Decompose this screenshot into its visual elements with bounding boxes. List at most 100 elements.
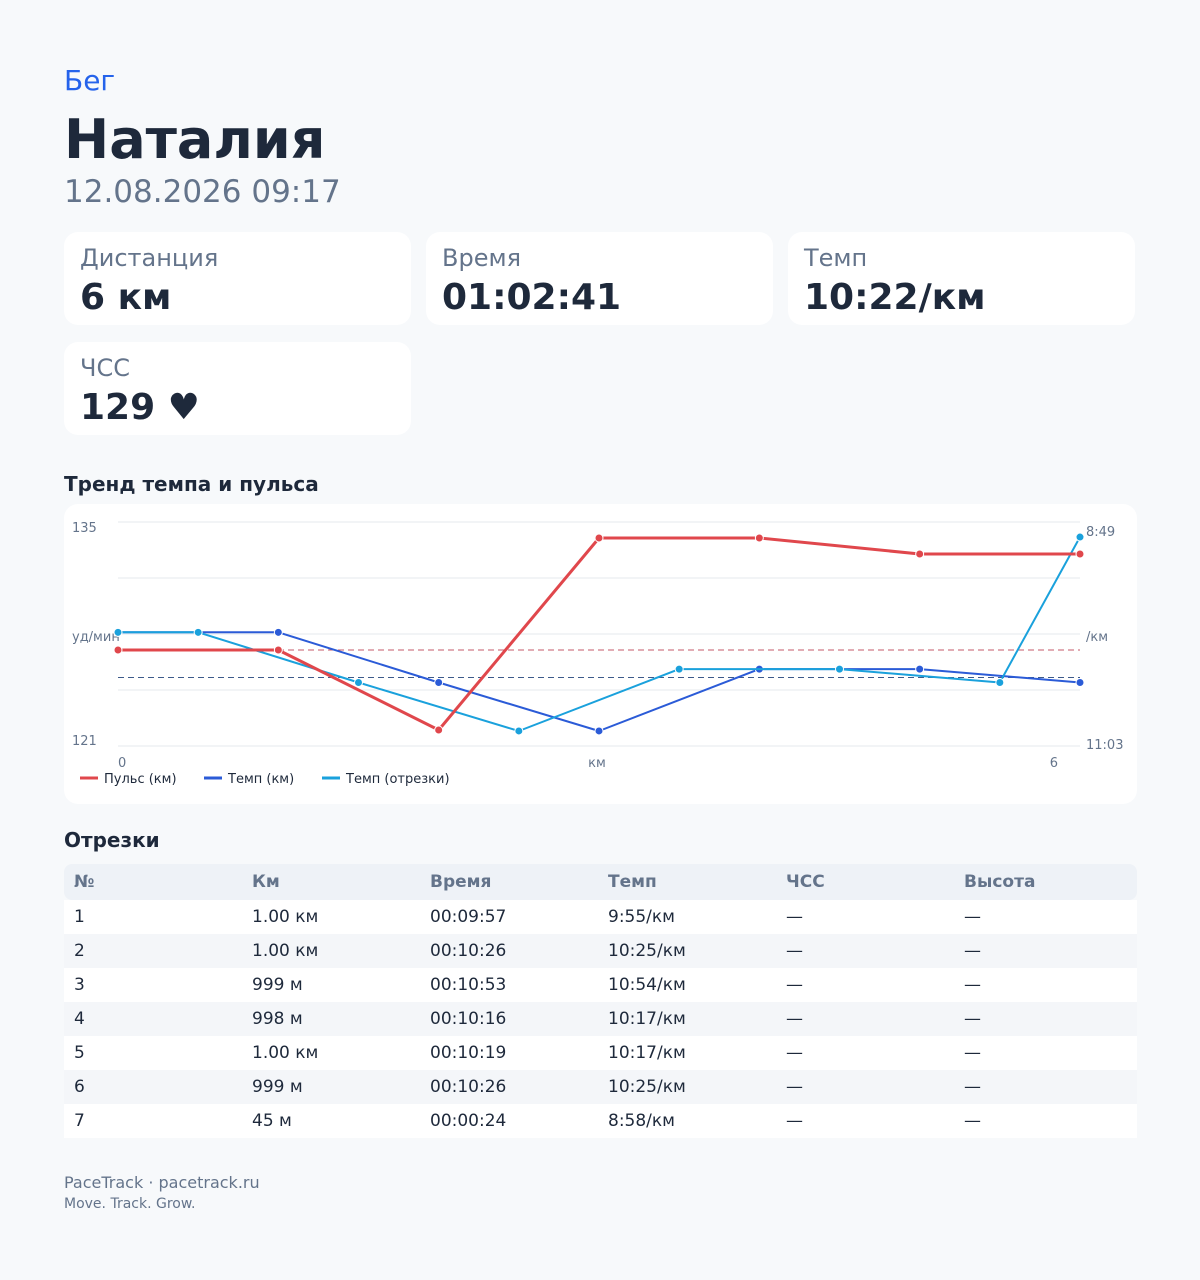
pace-km-series-line [118,631,1081,732]
stat-value: 6 км [80,277,172,318]
pace-segments-series-point [835,664,844,674]
pace-segments-series-point [193,627,203,637]
split-pace: 10:25/км [608,1077,686,1097]
splits-section-title: Отрезки [64,828,160,852]
split-distance: 998 м [252,1009,303,1029]
split-time: 00:10:26 [430,1077,507,1097]
column-header-time: Время [430,872,492,892]
split-heart-rate: — [786,941,803,961]
split-time: 00:10:26 [430,941,507,961]
split-heart-rate: — [786,1111,803,1131]
stat-label: ЧСС [80,354,130,382]
right-axis-label: /км [1086,630,1108,645]
split-elevation: — [964,1043,981,1063]
chart-section-title: Тренд темпа и пульса [64,472,319,496]
table-row: 1 1.00 км 00:09:57 9:55/км — — [64,900,1137,934]
stat-card-distance: Дистанция 6 км [64,232,411,325]
splits-table: № Км Время Темп ЧСС Высота 1 1.00 км 00:09… [64,864,1137,1138]
heart-rate-series-point [434,725,444,735]
stat-card-time: Время 01:02:41 [426,232,773,325]
activity-type: Бег [64,64,116,97]
pace-km-series-point [434,677,444,687]
pace-km-series-point [1075,677,1085,687]
pace-km-series-point [273,627,283,637]
pace-segments-series-point [354,677,363,687]
stat-value: 129 ♥ [80,387,200,428]
pace-km-series-point [915,664,925,674]
left-axis-min-label: 121 [72,734,97,749]
split-time: 00:10:53 [430,975,507,995]
split-number: 2 [74,941,85,961]
table-row: 5 1.00 км 00:10:19 10:17/км — — [64,1036,1137,1070]
pace-segments-series-point [514,726,524,736]
heart-rate-series-point [594,533,604,543]
pace-segments-series-point [995,677,1005,687]
column-header-heart-rate: ЧСС [786,872,825,892]
stat-label: Время [442,244,522,272]
left-axis-max-label: 135 [72,521,97,536]
footer-tagline: Move. Track. Grow. [64,1196,196,1212]
stat-label: Темп [804,244,868,272]
column-header-number: № [74,872,95,892]
stat-label: Дистанция [80,244,219,272]
stat-value: 10:22/км [804,277,986,318]
split-heart-rate: — [786,1043,803,1063]
split-time: 00:10:19 [430,1043,507,1063]
split-time: 00:09:57 [430,907,507,927]
split-pace: 10:17/км [608,1009,686,1029]
activity-datetime: 12.08.2026 09:17 [64,174,341,210]
split-heart-rate: — [786,975,803,995]
x-axis-label: км [588,756,606,771]
stat-value: 01:02:41 [442,277,622,318]
column-header-distance: Км [252,872,280,892]
split-distance: 45 м [252,1111,292,1131]
stat-card-pace: Темп 10:22/км [788,232,1135,325]
stat-card-heart-rate: ЧСС 129 ♥ [64,342,411,435]
heart-rate-series-point [273,645,283,655]
pace-heart-rate-chart: 135 121 уд/мин 8:49 11:03/км 0 6 км Пульс (км) Те… [64,504,1137,804]
table-row: 4 998 м 00:10:16 10:17/км — — [64,1002,1137,1036]
legend-label: Темп (отрезки) [345,772,450,787]
heart-rate-series-point [754,533,764,543]
splits-table-body: 1 1.00 км 00:09:57 9:55/км — — 2 1.00 км 00:10:2… [64,900,1137,1138]
legend-label: Темп (км) [227,772,294,787]
pace-km-series-point [594,726,604,736]
split-pace: 10:54/км [608,975,686,995]
split-number: 5 [74,1043,85,1063]
split-time: 00:00:24 [430,1111,507,1131]
split-distance: 999 м [252,1077,303,1097]
split-elevation: — [964,1009,981,1029]
column-header-elevation: Высота [964,872,1036,892]
left-axis-label: уд/мин [72,630,120,645]
split-number: 1 [74,907,85,927]
table-row: 3 999 м 00:10:53 10:54/км — — [64,968,1137,1002]
legend-label: Пульс (км) [104,772,177,787]
right-axis-top-label: 8:49 [1086,525,1115,540]
pace-segments-series-point [674,664,684,674]
split-distance: 1.00 км [252,1043,319,1063]
split-elevation: — [964,907,981,927]
heart-rate-series-point [915,549,925,559]
right-axis-bottom-label: 11:03 [1086,738,1123,753]
split-number: 6 [74,1077,85,1097]
table-row: 2 1.00 км 00:10:26 10:25/км — — [64,934,1137,968]
split-distance: 1.00 км [252,907,319,927]
split-distance: 1.00 км [252,941,319,961]
split-time: 00:10:16 [430,1009,507,1029]
split-heart-rate: — [786,1009,803,1029]
split-elevation: — [964,1111,981,1131]
table-row: 6 999 м 00:10:26 10:25/км — — [64,1070,1137,1104]
athlete-name: Наталия [64,108,326,171]
split-pace: 9:55/км [608,907,675,927]
split-pace: 10:25/км [608,941,686,961]
split-elevation: — [964,975,981,995]
split-pace: 10:17/км [608,1043,686,1063]
split-number: 3 [74,975,85,995]
heart-rate-series-point [1075,549,1085,559]
table-row: 7 45 м 00:00:24 8:58/км — — [64,1104,1137,1138]
column-header-pace: Темп [608,872,657,892]
pace-segments-series-point [113,627,123,637]
heart-rate-series-point [113,645,123,655]
split-elevation: — [964,941,981,961]
x-tick-label: 0 [118,756,126,771]
